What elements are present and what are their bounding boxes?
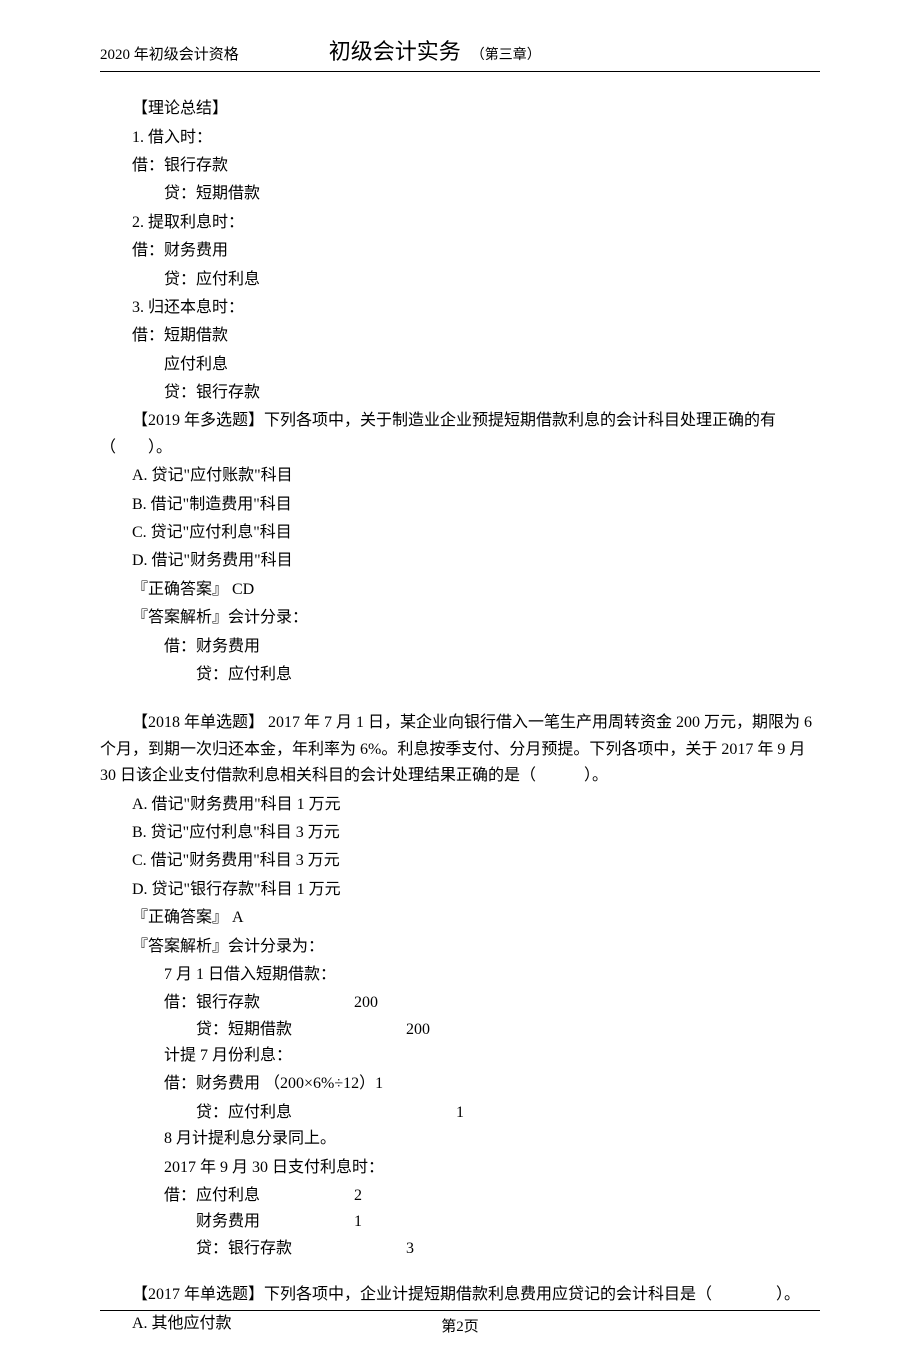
summary-item: 1. 借入时：: [100, 125, 820, 151]
entry-amount: 200: [406, 1017, 466, 1043]
header-title: 初级会计实务: [329, 34, 461, 69]
entry-line: 应付利息: [100, 352, 820, 378]
option-a: A. 贷记"应付账款"科目: [100, 463, 820, 489]
header-left: 2020 年初级会计资格: [100, 43, 239, 67]
entry-row: 贷：短期借款 200: [100, 1017, 820, 1043]
correct-answer: 『正确答案』 A: [100, 905, 820, 931]
page-number: 第2页: [441, 1319, 479, 1335]
entry-line: 借：财务费用: [100, 634, 820, 660]
entry-row: 贷：银行存款 3: [100, 1236, 820, 1262]
option-d: D. 贷记"银行存款"科目 1 万元: [100, 877, 820, 903]
entry-row: 借：应付利息 2: [100, 1183, 820, 1209]
entry-line: 贷：短期借款: [100, 181, 820, 207]
explanation-heading: 『答案解析』会计分录：: [100, 605, 820, 631]
summary-heading: 【理论总结】: [100, 96, 820, 122]
entry-line: 贷：应付利息: [100, 267, 820, 293]
explanation-line: 7 月 1 日借入短期借款：: [100, 962, 820, 988]
correct-answer: 『正确答案』 CD: [100, 577, 820, 603]
header-chapter: （第三章）: [471, 45, 541, 67]
question-stem: 【2018 年单选题】 2017 年 7 月 1 日，某企业向银行借入一笔生产用…: [100, 710, 820, 789]
spacer: [100, 690, 820, 710]
entry-line: 借：短期借款: [100, 323, 820, 349]
option-c: C. 贷记"应付利息"科目: [100, 520, 820, 546]
entry-row: 贷：应付利息 1: [100, 1100, 820, 1126]
page-footer: 第2页: [100, 1310, 820, 1339]
option-a: A. 借记"财务费用"科目 1 万元: [100, 792, 820, 818]
option-d: D. 借记"财务费用"科目: [100, 548, 820, 574]
option-b: B. 借记"制造费用"科目: [100, 492, 820, 518]
entry-label: 借：银行存款: [164, 990, 354, 1016]
entry-amount: 2: [354, 1183, 414, 1209]
explanation-line: 2017 年 9 月 30 日支付利息时：: [100, 1155, 820, 1181]
document-body: 【理论总结】 1. 借入时： 借：银行存款 贷：短期借款 2. 提取利息时： 借…: [100, 96, 820, 1337]
question-stem: 【2019 年多选题】下列各项中，关于制造业企业预提短期借款利息的会计科目处理正…: [100, 408, 820, 461]
entry-row: 财务费用 1: [100, 1209, 820, 1235]
entry-line: 贷：银行存款: [100, 380, 820, 406]
entry-line: 贷：应付利息: [100, 662, 820, 688]
entry-line: 借：银行存款: [100, 153, 820, 179]
entry-label: 贷：银行存款: [164, 1236, 386, 1262]
entry-label: 财务费用: [164, 1209, 386, 1235]
option-b: B. 贷记"应付利息"科目 3 万元: [100, 820, 820, 846]
explanation-line: 8 月计提利息分录同上。: [100, 1126, 820, 1152]
entry-label: 贷：短期借款: [164, 1017, 386, 1043]
explanation-heading: 『答案解析』会计分录为：: [100, 934, 820, 960]
entry-label: 借：应付利息: [164, 1183, 354, 1209]
spacer: [100, 1262, 820, 1282]
entry-amount: 1: [354, 1209, 414, 1235]
summary-item: 2. 提取利息时：: [100, 210, 820, 236]
question-stem: 【2017 年单选题】下列各项中，企业计提短期借款利息费用应贷记的会计科目是（ …: [100, 1282, 820, 1308]
entry-label: 贷：应付利息: [164, 1100, 456, 1126]
entry-row: 借：银行存款 200: [100, 990, 820, 1016]
entry-line: 借：财务费用: [100, 238, 820, 264]
explanation-line: 计提 7 月份利息：: [100, 1043, 820, 1069]
entry-amount: 1: [456, 1100, 516, 1126]
entry-line: 借：财务费用 （200×6%÷12）1: [100, 1071, 820, 1097]
option-c: C. 借记"财务费用"科目 3 万元: [100, 848, 820, 874]
document-page: 2020 年初级会计资格 初级会计实务 （第三章） 【理论总结】 1. 借入时：…: [0, 0, 920, 1369]
entry-amount: 3: [406, 1236, 466, 1262]
entry-amount: 200: [354, 990, 414, 1016]
summary-item: 3. 归还本息时：: [100, 295, 820, 321]
page-header: 2020 年初级会计资格 初级会计实务 （第三章）: [100, 34, 820, 72]
